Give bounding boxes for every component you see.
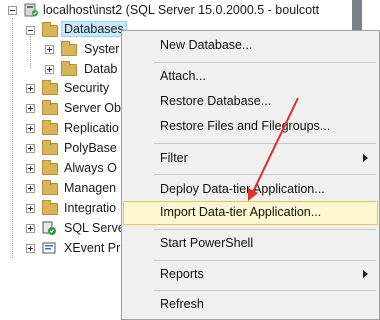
folder-icon — [61, 41, 77, 56]
folder-icon — [42, 100, 58, 115]
expand-toggle[interactable] — [26, 204, 35, 213]
tree-node-label: PolyBase — [64, 141, 117, 155]
expand-toggle[interactable] — [26, 104, 35, 113]
expand-toggle[interactable] — [26, 144, 35, 153]
server-icon — [24, 3, 38, 17]
expand-toggle[interactable] — [26, 164, 35, 173]
submenu-arrow-icon — [363, 270, 368, 278]
menu-item-restore-files[interactable]: Restore Files and Filegroups... — [123, 115, 378, 139]
expand-toggle[interactable] — [45, 65, 54, 74]
folder-icon — [42, 140, 58, 155]
menu-item-label: Filter — [160, 151, 188, 165]
tree-node-label: Syster — [84, 42, 120, 56]
folder-icon — [42, 22, 58, 37]
menu-separator — [154, 260, 376, 261]
folder-icon — [42, 180, 58, 195]
xevent-icon — [42, 242, 56, 254]
expand-toggle[interactable] — [26, 124, 35, 133]
context-menu: New Database... Attach... Restore Databa… — [121, 30, 380, 320]
tree-node-label: SQL Serve — [64, 221, 125, 235]
tree-node-label: Server Ob — [64, 101, 121, 115]
expand-toggle[interactable] — [26, 84, 35, 93]
expand-toggle[interactable] — [45, 45, 54, 54]
server-label: localhost\inst2 (SQL Server 15.0.2000.5 … — [43, 3, 320, 17]
menu-item-label: Reports — [160, 267, 204, 281]
menu-separator — [154, 143, 376, 144]
menu-item-deploy-data-tier[interactable]: Deploy Data-tier Application... — [123, 178, 378, 202]
menu-item-attach[interactable]: Attach... — [123, 65, 378, 89]
menu-item-restore-database[interactable]: Restore Database... — [123, 90, 378, 114]
collapse-toggle[interactable] — [26, 26, 35, 35]
folder-icon — [42, 120, 58, 135]
tree-node-label: XEvent Pr — [64, 241, 121, 255]
menu-item-label: Restore Files and Filegroups... — [160, 119, 331, 133]
menu-item-import-data-tier[interactable]: Import Data-tier Application... — [123, 201, 378, 225]
expand-toggle[interactable] — [26, 224, 35, 233]
folder-icon — [42, 160, 58, 175]
menu-separator — [154, 290, 376, 291]
menu-item-label: Start PowerShell — [160, 236, 254, 250]
folder-icon — [42, 80, 58, 95]
menu-item-new-database[interactable]: New Database... — [123, 34, 378, 58]
collapse-toggle[interactable] — [8, 6, 17, 15]
menu-item-label: Refresh — [160, 297, 204, 311]
menu-separator — [154, 229, 376, 230]
tree-guide-line — [30, 36, 31, 68]
tree-node-label: Replicatio — [64, 121, 119, 135]
expand-toggle[interactable] — [26, 184, 35, 193]
tree-guide-line — [12, 18, 13, 258]
menu-item-start-powershell[interactable]: Start PowerShell — [123, 232, 378, 256]
menu-item-label: Import Data-tier Application... — [160, 205, 322, 219]
menu-separator — [154, 62, 376, 63]
agent-icon — [42, 221, 56, 235]
window-edge — [325, 0, 380, 320]
menu-item-reports[interactable]: Reports — [123, 263, 378, 287]
submenu-arrow-icon — [363, 154, 368, 162]
tree-node-label: Managen — [64, 181, 117, 195]
menu-item-label: Restore Database... — [160, 94, 272, 108]
tree-node-label: Datab — [84, 62, 118, 76]
folder-icon — [61, 61, 77, 76]
tree-node-label: Databases — [61, 21, 127, 37]
expand-toggle[interactable] — [26, 244, 35, 253]
menu-item-filter[interactable]: Filter — [123, 147, 378, 171]
tree-node-label: Integratio — [64, 201, 117, 215]
tree-node-label: Always O — [64, 161, 117, 175]
menu-item-refresh[interactable]: Refresh — [123, 293, 378, 317]
menu-item-label: New Database... — [160, 38, 253, 52]
menu-item-label: Deploy Data-tier Application... — [160, 182, 325, 196]
folder-icon — [42, 200, 58, 215]
menu-separator — [154, 174, 376, 175]
menu-item-label: Attach... — [160, 69, 206, 83]
tree-node-label: Security — [64, 81, 110, 95]
